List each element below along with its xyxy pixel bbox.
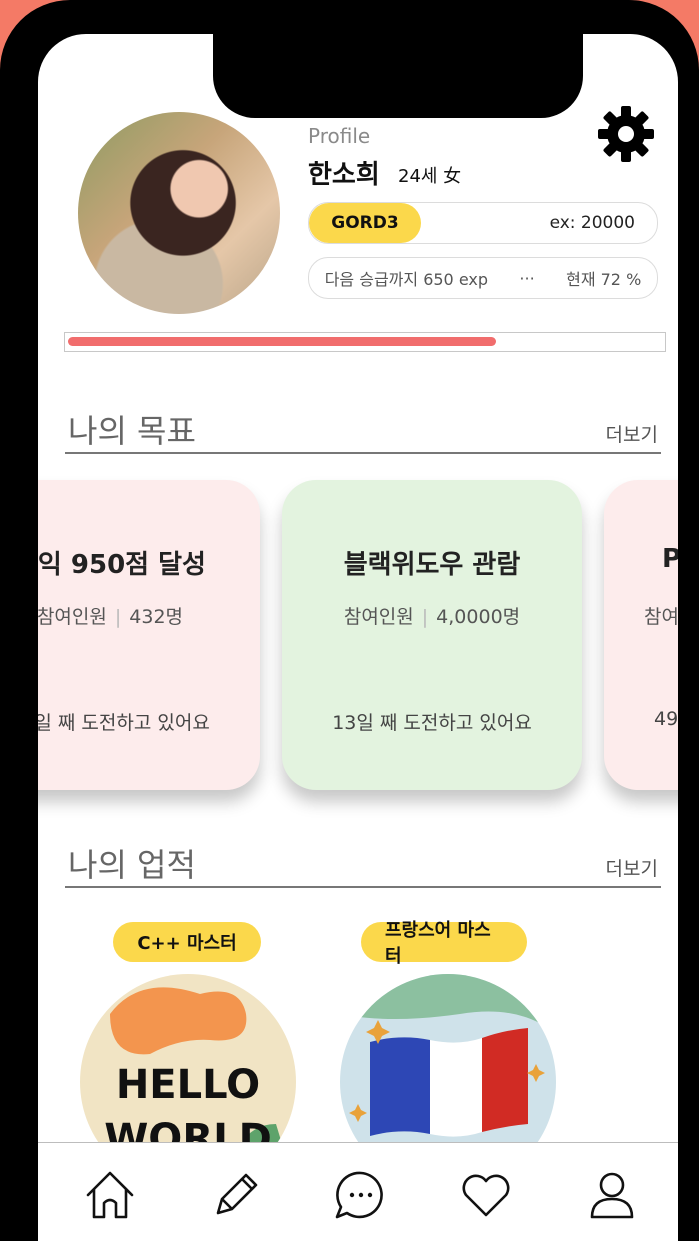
profile-age: 24세 女 — [398, 166, 462, 187]
art-text-hello: HELLO — [116, 1062, 260, 1108]
xp-progress-fill — [68, 337, 496, 346]
profile-label: Profile — [308, 124, 371, 148]
achievements-divider — [65, 886, 661, 888]
profile-name: 한소희 — [308, 160, 380, 190]
grade-badge: GORD3 — [309, 203, 421, 243]
goal-days: 49 — [654, 708, 678, 730]
current-percent: 현재 72 % — [566, 270, 642, 289]
goal-card[interactable]: 토익 950점 달성 참여인원|432명 24일 째 도전하고 있어요 — [38, 480, 260, 790]
exp-value: ex: 20000 — [549, 213, 635, 233]
goal-participants: 참여 — [644, 602, 678, 629]
participants-count: 4,0000명 — [436, 606, 521, 628]
participants-count: 432명 — [129, 606, 184, 628]
home-icon[interactable] — [80, 1165, 140, 1225]
user-icon[interactable] — [582, 1165, 642, 1225]
gear-icon[interactable] — [594, 102, 658, 166]
goal-days: 24일 째 도전하고 있어요 — [38, 712, 210, 734]
goal-card[interactable]: 블랙위도우 관람 참여인원 | 4,0000명 13일 째 도전하고 있어요 — [282, 480, 582, 790]
goals-section-title: 나의 목표 — [68, 412, 196, 450]
grade-pill: GORD3 ex: 20000 — [308, 202, 658, 244]
level-progress-pill: 다음 승급까지 650 exp ··· 현재 72 % — [308, 257, 658, 299]
participants-label: 참여인원 — [38, 606, 107, 628]
next-level-text: 다음 승급까지 650 exp — [324, 270, 489, 289]
achievements-section-title: 나의 업적 — [68, 846, 196, 884]
achievements-more-link[interactable]: 더보기 — [606, 854, 658, 881]
heart-icon[interactable] — [456, 1165, 516, 1225]
separator-dots: ··· — [519, 268, 535, 288]
chat-icon[interactable] — [331, 1165, 391, 1225]
goals-divider — [65, 452, 661, 454]
goal-days: 13일 째 도전하고 있어요 — [332, 712, 532, 734]
bottom-tab-bar — [38, 1142, 678, 1241]
goal-title: 토익 950점 달성 — [38, 550, 206, 580]
goal-card[interactable]: P 참여 49 — [604, 480, 678, 790]
goal-participants: 참여인원 | 4,0000명 — [343, 606, 521, 628]
phone-notch — [213, 34, 583, 118]
goals-more-link[interactable]: 더보기 — [606, 420, 658, 447]
profile-avatar[interactable] — [78, 112, 280, 314]
goal-title: 블랙위도우 관람 — [343, 550, 521, 580]
app-screen: Profile 한소희 24세 女 GORD3 ex: 20000 다음 승급까… — [38, 34, 678, 1241]
goal-participants: 참여인원 | 432명 — [38, 606, 184, 628]
pencil-icon[interactable] — [206, 1165, 266, 1225]
participants-label: 참여 — [644, 606, 678, 628]
participants-label: 참여인원 — [343, 606, 414, 628]
xp-progress-bar — [64, 332, 666, 352]
goal-title: P — [662, 544, 678, 574]
achievement-badge: C++ 마스터 — [113, 922, 261, 962]
achievement-badge: 프랑스어 마스터 — [361, 920, 527, 967]
phone-frame: Profile 한소희 24세 女 GORD3 ex: 20000 다음 승급까… — [0, 0, 699, 1241]
